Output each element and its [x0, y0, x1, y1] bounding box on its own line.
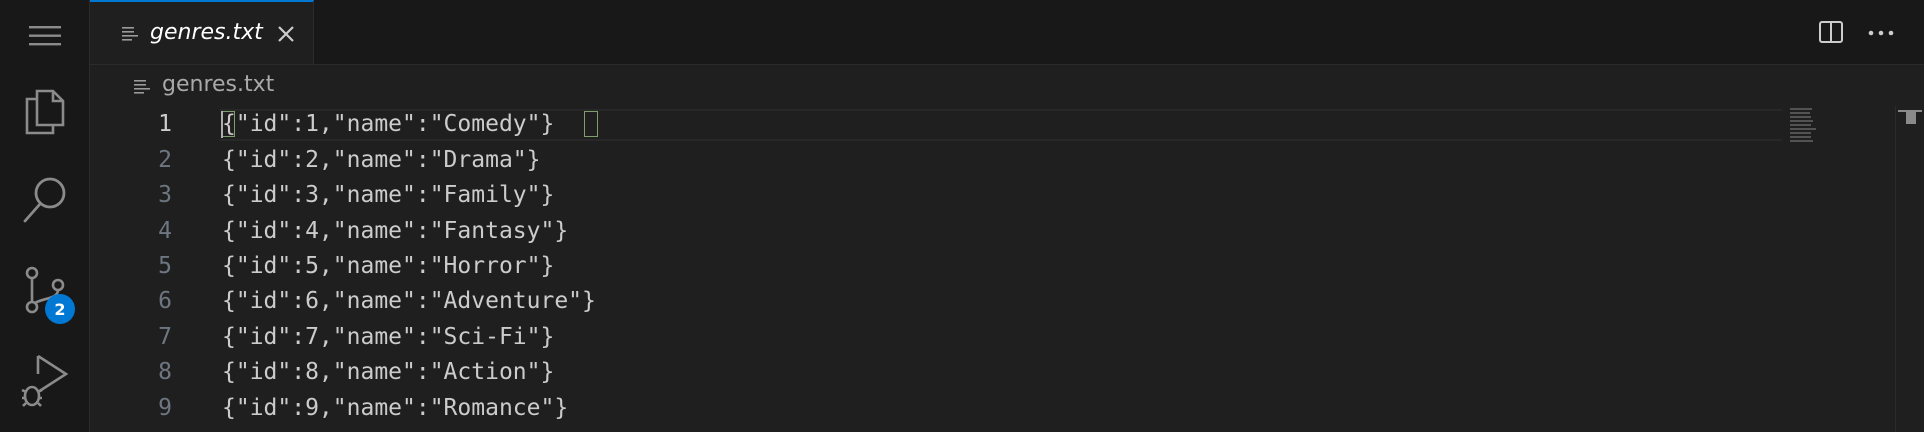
line-text[interactable]: {"id":6,"name":"Adventure"} [222, 283, 596, 319]
line-text[interactable]: {"id":8,"name":"Action"} [222, 354, 554, 390]
line-number: 6 [158, 288, 172, 314]
line-number: 4 [158, 218, 172, 244]
activity-bar: 2 [0, 0, 90, 432]
line-number: 3 [158, 182, 172, 208]
line-text[interactable]: {"id":3,"name":"Family"} [222, 177, 554, 213]
source-control-icon[interactable]: 2 [0, 254, 89, 326]
line-number: 7 [158, 324, 172, 350]
line-text[interactable]: {"id":2,"name":"Drama"} [222, 142, 541, 178]
line-number: 5 [158, 253, 172, 279]
line-text[interactable]: {"id":1,"name":"Comedy"} [222, 106, 554, 142]
line-number: 1 [158, 111, 172, 137]
code-line[interactable]: 7 {"id":7,"name":"Sci-Fi"} [90, 319, 1790, 355]
source-control-badge: 2 [45, 294, 75, 324]
tab-bar: genres.txt [90, 0, 1924, 65]
line-text[interactable]: {"id":7,"name":"Sci-Fi"} [222, 319, 554, 355]
text-cursor [221, 111, 223, 138]
tab-genres[interactable]: genres.txt [90, 0, 314, 64]
line-text[interactable]: {"id":5,"name":"Horror"} [222, 248, 554, 284]
bracket-match-open [221, 111, 235, 137]
code-line[interactable]: 2 {"id":2,"name":"Drama"} [90, 142, 1790, 178]
files-icon[interactable] [0, 74, 89, 146]
code-line[interactable]: 1 {"id":1,"name":"Comedy"} [90, 106, 1790, 142]
file-lines-icon [134, 79, 150, 99]
breadcrumb-file[interactable]: genres.txt [162, 72, 274, 97]
more-actions-icon[interactable] [1868, 20, 1894, 48]
minimap[interactable] [1790, 108, 1820, 152]
line-text[interactable]: {"id":4,"name":"Fantasy"} [222, 213, 568, 249]
line-number: 8 [158, 359, 172, 385]
vscode-window: 2 genres.txt genres.txt 1 {"id":1,"name"… [0, 0, 1924, 432]
code-line[interactable]: 3 {"id":3,"name":"Family"} [90, 177, 1790, 213]
scrollbar-thumb[interactable] [1906, 110, 1916, 124]
code-line[interactable]: 8 {"id":8,"name":"Action"} [90, 354, 1790, 390]
split-editor-icon[interactable] [1818, 20, 1844, 48]
file-lines-icon [122, 26, 138, 46]
breadcrumb: genres.txt [90, 65, 1924, 105]
code-line[interactable]: 6 {"id":6,"name":"Adventure"} [90, 283, 1790, 319]
search-icon[interactable] [0, 164, 89, 236]
code-line[interactable]: 5 {"id":5,"name":"Horror"} [90, 248, 1790, 284]
run-debug-icon[interactable] [0, 344, 89, 416]
vertical-scrollbar[interactable] [1895, 106, 1924, 432]
line-number: 9 [158, 395, 172, 421]
tab-label: genres.txt [150, 20, 263, 45]
line-text[interactable]: {"id":9,"name":"Romance"} [222, 390, 568, 426]
line-number: 2 [158, 147, 172, 173]
bracket-match-close [584, 111, 598, 137]
close-icon[interactable] [276, 24, 296, 44]
code-line[interactable]: 9 {"id":9,"name":"Romance"} [90, 390, 1790, 426]
hamburger-menu-icon[interactable] [0, 0, 89, 72]
editor-area[interactable]: 1 {"id":1,"name":"Comedy"} 2 {"id":2,"na… [90, 106, 1924, 432]
code-line[interactable]: 4 {"id":4,"name":"Fantasy"} [90, 213, 1790, 249]
